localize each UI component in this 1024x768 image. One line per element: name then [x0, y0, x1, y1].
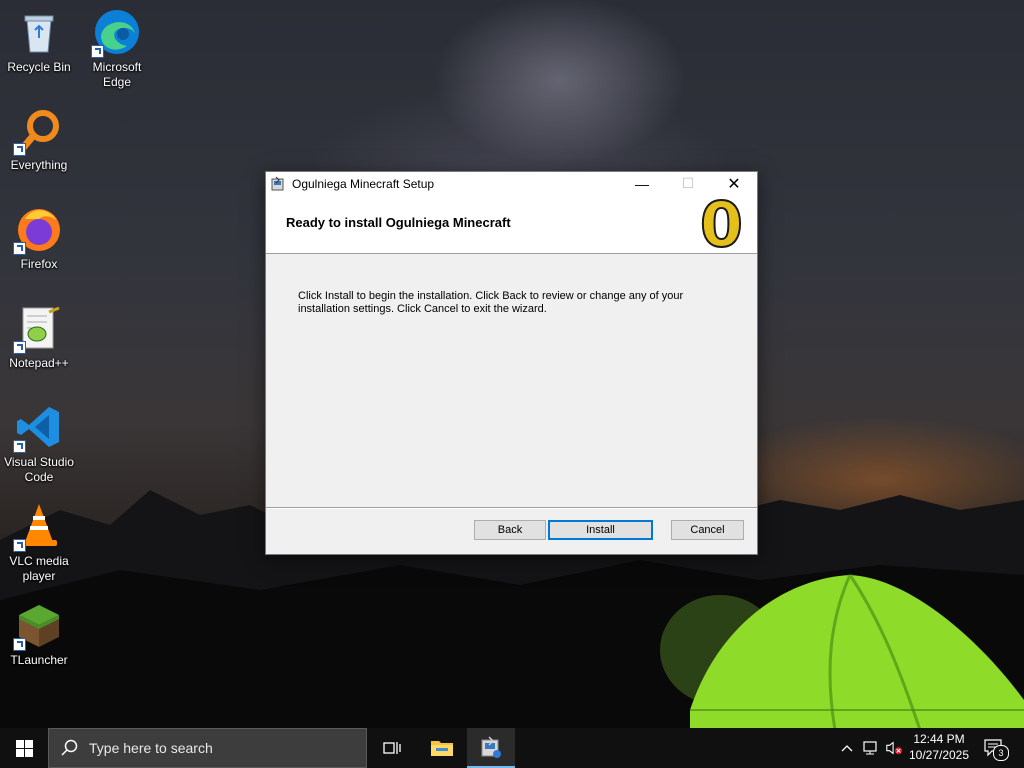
cancel-button[interactable]: Cancel	[671, 520, 744, 540]
dialog-header: Ready to install Ogulniega Minecraft 0	[266, 188, 757, 261]
desktop-icon-label: Visual Studio Code	[4, 455, 74, 484]
taskbar: Type here to search 12:44 PM 10/27/2025 …	[0, 728, 1024, 768]
taskbar-search-box[interactable]: Type here to search	[48, 728, 367, 768]
chevron-up-icon	[841, 745, 853, 752]
dialog-title: Ogulniega Minecraft Setup	[292, 176, 435, 191]
minimize-icon: —	[635, 175, 649, 192]
magnifier-icon	[13, 106, 63, 156]
installer-icon	[270, 176, 286, 192]
minimize-button[interactable]: —	[619, 172, 665, 195]
desktop-icon-vlc[interactable]: VLC media player	[1, 502, 77, 584]
vlc-cone-icon	[13, 502, 63, 552]
taskbar-clock[interactable]: 12:44 PM 10/27/2025	[906, 731, 972, 763]
start-button[interactable]	[0, 728, 48, 768]
search-icon	[61, 739, 78, 756]
desktop-icon-label: Recycle Bin	[7, 60, 71, 74]
edge-icon	[91, 8, 141, 58]
installer-icon	[481, 736, 501, 758]
dialog-separator	[266, 507, 757, 509]
network-button[interactable]	[862, 739, 880, 757]
volume-muted-icon	[886, 741, 903, 755]
notepad-plus-plus-icon	[13, 304, 63, 354]
desktop-icon-label: Everything	[10, 158, 68, 172]
desktop-icon-recycle-bin[interactable]: Recycle Bin	[1, 8, 77, 75]
windows-logo-icon	[15, 739, 33, 757]
dialog-titlebar[interactable]: Ogulniega Minecraft Setup — ☐ ✕	[266, 172, 757, 195]
desktop-icon-everything[interactable]: Everything	[1, 106, 77, 173]
back-button[interactable]: Back	[474, 520, 546, 540]
taskbar-setup-app[interactable]	[467, 728, 515, 768]
recycle-bin-icon	[15, 8, 63, 56]
firefox-icon	[13, 205, 63, 255]
volume-button[interactable]	[885, 739, 903, 757]
desktop-icon-label: Firefox	[20, 257, 58, 271]
tent-image	[660, 574, 1024, 730]
maximize-icon: ☐	[681, 175, 695, 191]
desktop-icon-label: Microsoft Edge	[92, 60, 142, 89]
show-hidden-icons-button[interactable]	[838, 739, 856, 757]
desktop-icon-label: VLC media player	[9, 554, 69, 583]
desktop-icon-firefox[interactable]: Firefox	[1, 205, 77, 272]
dialog-instructions: Click Install to begin the installation.…	[298, 290, 684, 315]
taskbar-file-explorer[interactable]	[418, 728, 466, 768]
desktop-icon-vscode[interactable]: Visual Studio Code	[1, 403, 77, 485]
dialog-heading: Ready to install Ogulniega Minecraft	[286, 215, 511, 230]
clock-time: 12:44 PM	[913, 732, 965, 746]
desktop-icon-notepad-plus-plus[interactable]: Notepad++	[1, 304, 77, 371]
desktop-icon-microsoft-edge[interactable]: Microsoft Edge	[79, 8, 155, 90]
desktop-icon-tlauncher[interactable]: TLauncher	[1, 601, 77, 668]
desktop-icon-label: Notepad++	[9, 356, 69, 370]
folder-icon	[431, 741, 453, 756]
task-view-button[interactable]	[368, 728, 416, 768]
search-placeholder: Type here to search	[89, 740, 213, 756]
network-icon	[863, 741, 877, 755]
action-center-button[interactable]: 3	[983, 739, 1009, 761]
notification-badge: 3	[993, 745, 1009, 761]
install-button[interactable]: Install	[548, 520, 653, 540]
setup-dialog: Ogulniega Minecraft Setup — ☐ ✕ Ready to…	[265, 171, 758, 555]
desktop-icon-label: TLauncher	[10, 653, 68, 667]
vscode-icon	[13, 403, 63, 453]
grass-block-icon	[13, 601, 63, 651]
clock-date: 10/27/2025	[908, 748, 970, 762]
task-view-icon	[383, 742, 401, 754]
installer-logo-icon: 0	[699, 188, 744, 261]
